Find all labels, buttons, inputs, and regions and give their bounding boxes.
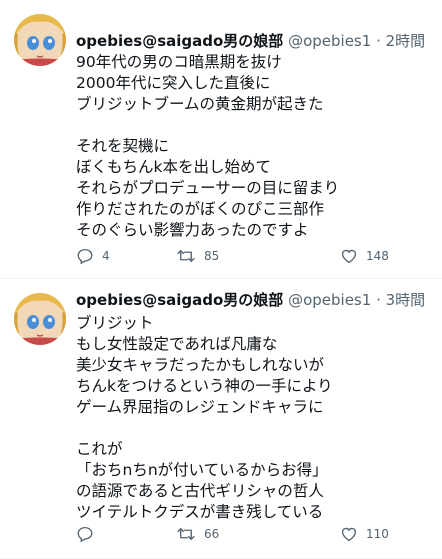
tweet-line: それを契機に (76, 137, 170, 155)
reply-button[interactable] (76, 522, 102, 546)
tweet-line: ゲーム界屈指のレジェンドキャラに (76, 398, 324, 416)
avatar[interactable] (14, 293, 66, 345)
avatar-image (14, 14, 66, 66)
user-handle[interactable]: @opebies1 (288, 291, 371, 309)
tweet-line: これが (76, 440, 123, 458)
tweet-text: 90年代の男のコ暗黒期を抜け 2000年代に突入した直後に ブリジットブームの黄… (76, 52, 432, 241)
like-count: 148 (366, 249, 389, 263)
tweet-line: 美少女キャラだったかもしれないが (76, 356, 325, 374)
like-button[interactable]: 148 (340, 244, 389, 268)
timestamp[interactable]: 2時間 (386, 32, 426, 50)
user-handle[interactable]: @opebies1 (288, 32, 371, 50)
timestamp[interactable]: 3時間 (386, 291, 426, 309)
display-name[interactable]: opebies@saigado男の娘部 (76, 291, 283, 309)
retweet-button[interactable]: 85 (176, 244, 219, 268)
heart-icon (340, 247, 358, 265)
tweet-header: opebies@saigado男の娘部 @opebies1 · 2時間 (76, 31, 425, 51)
tweet-line: そのぐらい影響力あったのですよ (76, 221, 309, 239)
reply-count: 4 (102, 249, 110, 263)
separator: · (376, 32, 381, 50)
separator: · (376, 291, 381, 309)
tweet-actions: 4 85 148 (76, 244, 432, 268)
reply-icon (76, 247, 94, 265)
tweet-line (76, 418, 432, 439)
reply-icon (76, 525, 94, 543)
tweet-line: もし女性設定であれば凡庸な (76, 335, 278, 353)
tweet-line: 作りだされたのがぼくのぴこ三部作 (76, 200, 325, 218)
like-count: 110 (366, 527, 389, 541)
retweet-icon (176, 247, 196, 265)
retweet-count: 66 (204, 527, 220, 541)
tweet[interactable]: opebies@saigado男の娘部 @opebies1 · 2時間 90年代… (0, 0, 442, 279)
tweet-line: ちんkをつけるという神の一手により (76, 377, 333, 395)
tweet-actions: 66 110 (76, 522, 432, 546)
tweet-line: ブリジットブームの黄金期が起きた (76, 95, 324, 113)
display-name[interactable]: opebies@saigado男の娘部 (76, 32, 283, 50)
tweet-line (76, 115, 432, 136)
tweet-line: 90年代の男のコ暗黒期を抜け (76, 53, 282, 71)
tweet-header: opebies@saigado男の娘部 @opebies1 · 3時間 (76, 290, 425, 310)
tweet-line: それらがプロデューサーの目に留まり (76, 179, 340, 197)
tweet-line: ブリジット (76, 314, 154, 332)
avatar[interactable] (14, 14, 66, 66)
tweet-line: ぼくもちんk本を出し始めて (76, 158, 271, 176)
tweet[interactable]: opebies@saigado男の娘部 @opebies1 · 3時間 ブリジッ… (0, 279, 442, 559)
retweet-button[interactable]: 66 (176, 522, 219, 546)
avatar-image (14, 293, 66, 345)
reply-button[interactable]: 4 (76, 244, 110, 268)
heart-icon (340, 525, 358, 543)
retweet-icon (176, 525, 196, 543)
tweet-line: ツイテルトクデスが書き残している (76, 503, 324, 521)
like-button[interactable]: 110 (340, 522, 389, 546)
tweet-line: 「おちnちnが付いているからお得」 (76, 461, 328, 479)
tweet-text: ブリジット もし女性設定であれば凡庸な 美少女キャラだったかもしれないが ちんk… (76, 313, 432, 523)
tweet-line: 2000年代に突入した直後に (76, 74, 271, 92)
retweet-count: 85 (204, 249, 220, 263)
tweet-line: の語源であると古代ギリシャの哲人 (76, 482, 324, 500)
